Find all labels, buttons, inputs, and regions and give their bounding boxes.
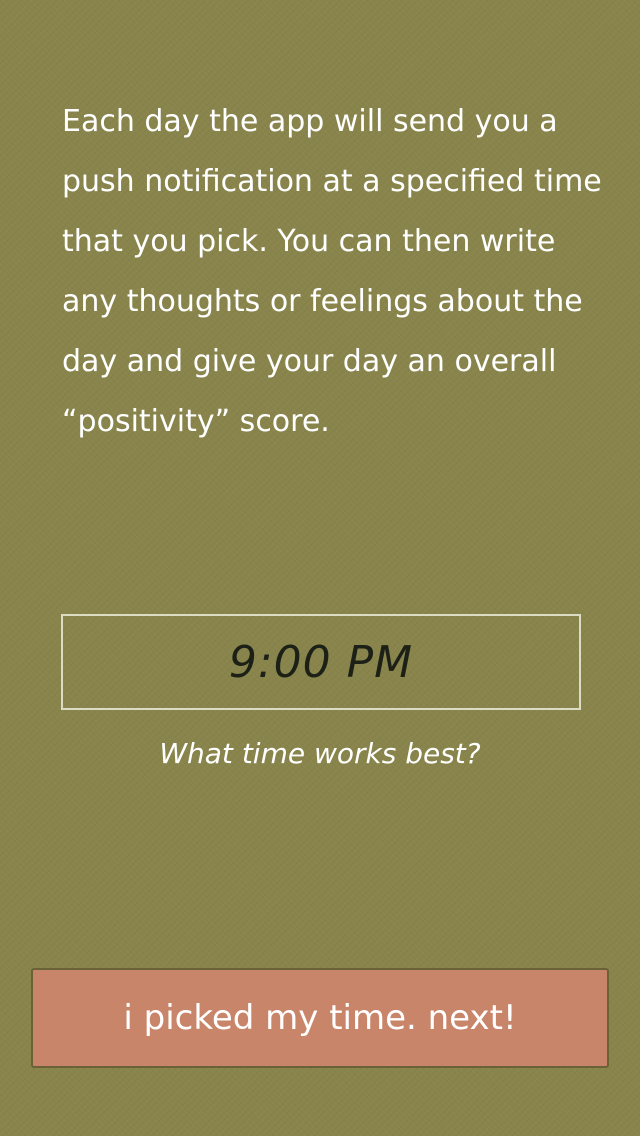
selected-time: 9:00 PM [228, 636, 414, 688]
next-button[interactable]: i picked my time. next! [31, 968, 609, 1068]
notification-description: Each day the app will send you a push no… [62, 104, 602, 439]
time-picker-caption: What time works best? [159, 737, 481, 770]
time-picker-field[interactable]: 9:00 PM [61, 614, 581, 710]
onboarding-screen: Each day the app will send you a push no… [0, 0, 640, 1136]
